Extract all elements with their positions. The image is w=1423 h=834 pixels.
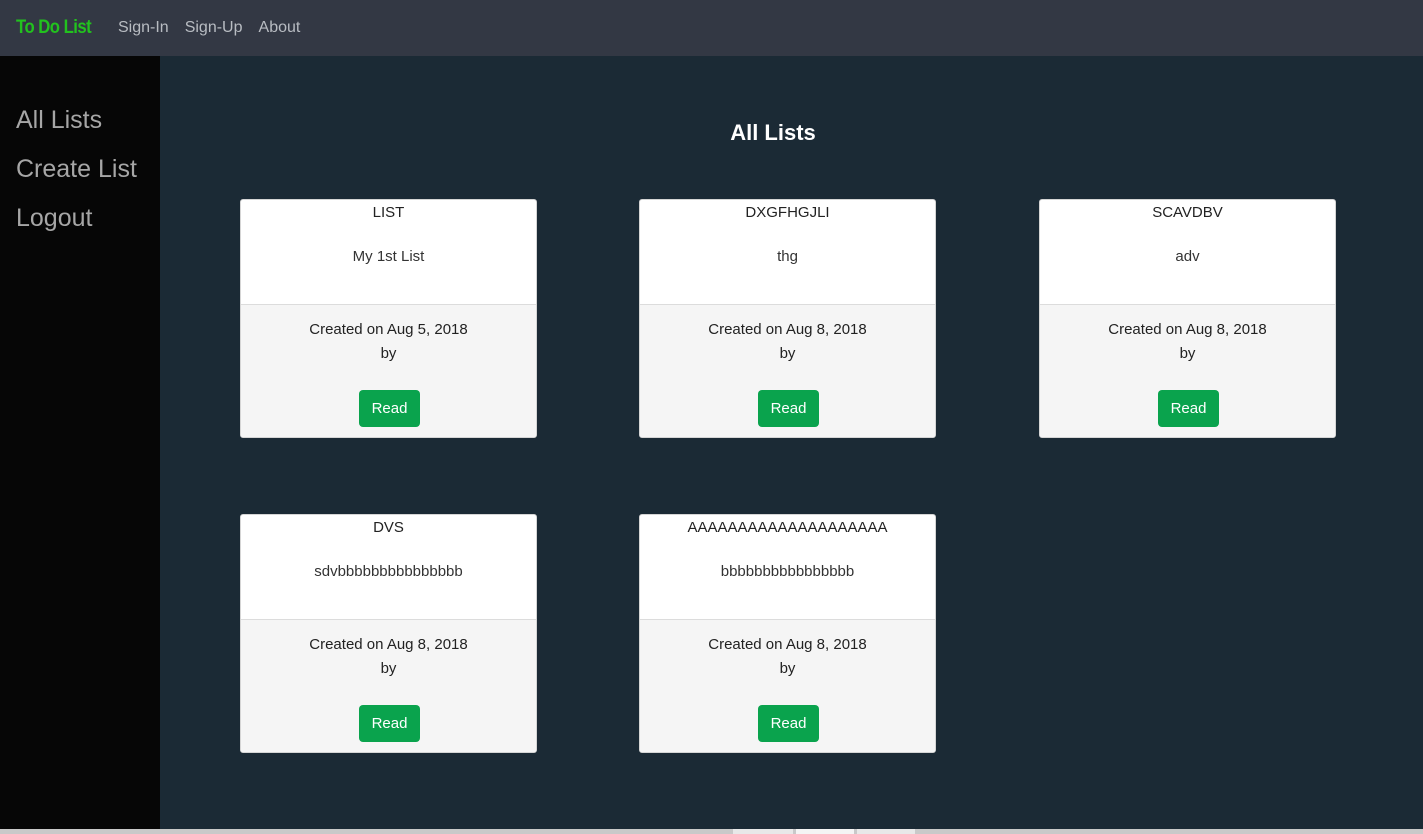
main-content: All Lists LIST My 1st List Created on Au… bbox=[160, 56, 1423, 829]
card-footer: Created on Aug 5, 2018 by Read bbox=[241, 304, 536, 437]
read-button[interactable]: Read bbox=[1158, 390, 1219, 427]
scrollbar-segment bbox=[733, 829, 793, 834]
card-created-date: Created on Aug 5, 2018 bbox=[309, 321, 468, 338]
card-author: by bbox=[779, 660, 796, 677]
list-card: DXGFHGJLI thg Created on Aug 8, 2018 by … bbox=[639, 199, 936, 438]
read-button[interactable]: Read bbox=[758, 705, 819, 742]
card-title: DXGFHGJLI bbox=[745, 204, 830, 221]
list-card: SCAVDBV adv Created on Aug 8, 2018 by Re… bbox=[1039, 199, 1336, 438]
nav-about-link[interactable]: About bbox=[259, 19, 301, 37]
card-description: thg bbox=[777, 248, 798, 265]
card-created-date: Created on Aug 8, 2018 bbox=[309, 636, 468, 653]
list-card: AAAAAAAAAAAAAAAAAAAA bbbbbbbbbbbbbbbb Cr… bbox=[639, 514, 936, 753]
card-footer: Created on Aug 8, 2018 by Read bbox=[640, 304, 935, 437]
card-title: DVS bbox=[373, 519, 404, 536]
card-body: AAAAAAAAAAAAAAAAAAAA bbbbbbbbbbbbbbbb bbox=[640, 515, 935, 619]
sidebar-item-all-lists[interactable]: All Lists bbox=[16, 106, 102, 135]
top-navbar: To Do List Sign-In Sign-Up About bbox=[0, 0, 1423, 56]
nav-sign-in-link[interactable]: Sign-In bbox=[118, 19, 169, 37]
card-author: by bbox=[380, 660, 397, 677]
card-body: SCAVDBV adv bbox=[1040, 200, 1335, 304]
list-card: DVS sdvbbbbbbbbbbbbbbb Created on Aug 8,… bbox=[240, 514, 537, 753]
sidebar-item-logout[interactable]: Logout bbox=[16, 204, 92, 233]
read-button[interactable]: Read bbox=[758, 390, 819, 427]
sidebar-item-create-list[interactable]: Create List bbox=[16, 155, 137, 184]
card-footer: Created on Aug 8, 2018 by Read bbox=[241, 619, 536, 752]
card-author: by bbox=[380, 345, 397, 362]
scrollbar-segment bbox=[857, 829, 915, 834]
scrollbar-thumb[interactable] bbox=[796, 829, 854, 834]
card-created-date: Created on Aug 8, 2018 bbox=[708, 636, 867, 653]
page-title: All Lists bbox=[730, 120, 816, 145]
horizontal-scrollbar[interactable] bbox=[0, 829, 1423, 834]
card-title: LIST bbox=[372, 204, 405, 221]
card-body: LIST My 1st List bbox=[241, 200, 536, 304]
list-card: LIST My 1st List Created on Aug 5, 2018 … bbox=[240, 199, 537, 438]
card-description: bbbbbbbbbbbbbbbb bbox=[720, 563, 855, 580]
card-footer: Created on Aug 8, 2018 by Read bbox=[640, 619, 935, 752]
brand-logo-link[interactable]: To Do List bbox=[16, 17, 92, 39]
card-created-date: Created on Aug 8, 2018 bbox=[708, 321, 867, 338]
card-body: DVS sdvbbbbbbbbbbbbbbb bbox=[241, 515, 536, 619]
sidebar: All Lists Create List Logout bbox=[0, 56, 160, 829]
card-title: AAAAAAAAAAAAAAAAAAAA bbox=[687, 519, 888, 536]
read-button[interactable]: Read bbox=[359, 705, 420, 742]
card-created-date: Created on Aug 8, 2018 bbox=[1108, 321, 1267, 338]
card-footer: Created on Aug 8, 2018 by Read bbox=[1040, 304, 1335, 437]
card-author: by bbox=[779, 345, 796, 362]
card-description: My 1st List bbox=[352, 248, 425, 265]
card-description: adv bbox=[1175, 248, 1200, 265]
read-button[interactable]: Read bbox=[359, 390, 420, 427]
card-author: by bbox=[1179, 345, 1196, 362]
card-title: SCAVDBV bbox=[1152, 204, 1223, 221]
card-body: DXGFHGJLI thg bbox=[640, 200, 935, 304]
card-description: sdvbbbbbbbbbbbbbbb bbox=[314, 563, 463, 580]
nav-sign-up-link[interactable]: Sign-Up bbox=[185, 19, 243, 37]
